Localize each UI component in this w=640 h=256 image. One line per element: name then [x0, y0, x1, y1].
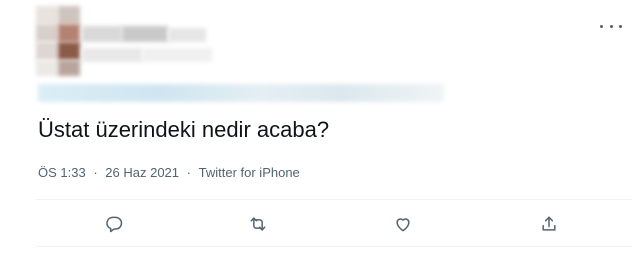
- meta-separator: ·: [186, 165, 191, 180]
- tweet-time[interactable]: ÖS 1:33: [38, 165, 86, 180]
- divider: [36, 199, 632, 200]
- tweet-date[interactable]: 26 Haz 2021: [105, 165, 179, 180]
- like-button[interactable]: [391, 212, 415, 236]
- share-icon: [542, 216, 556, 231]
- retweet-icon: [250, 217, 266, 231]
- avatar[interactable]: [36, 6, 236, 80]
- reply-button[interactable]: [102, 212, 126, 236]
- retweet-button[interactable]: [246, 212, 270, 236]
- reply-icon: [106, 216, 123, 233]
- user-handle-blurred: [38, 84, 444, 102]
- tweet-source[interactable]: Twitter for iPhone: [199, 165, 300, 180]
- meta-separator: ·: [93, 165, 98, 180]
- share-button[interactable]: [537, 212, 561, 236]
- more-horizontal-icon[interactable]: [600, 18, 622, 34]
- divider: [36, 246, 632, 247]
- tweet-meta: ÖS 1:33 · 26 Haz 2021 · Twitter for iPho…: [38, 165, 300, 180]
- tweet-text: Üstat üzerindeki nedir acaba?: [38, 117, 330, 142]
- heart-icon: [396, 218, 410, 232]
- action-bar: [36, 202, 632, 244]
- tweet-card: Üstat üzerindeki nedir acaba? ÖS 1:33 · …: [0, 0, 640, 256]
